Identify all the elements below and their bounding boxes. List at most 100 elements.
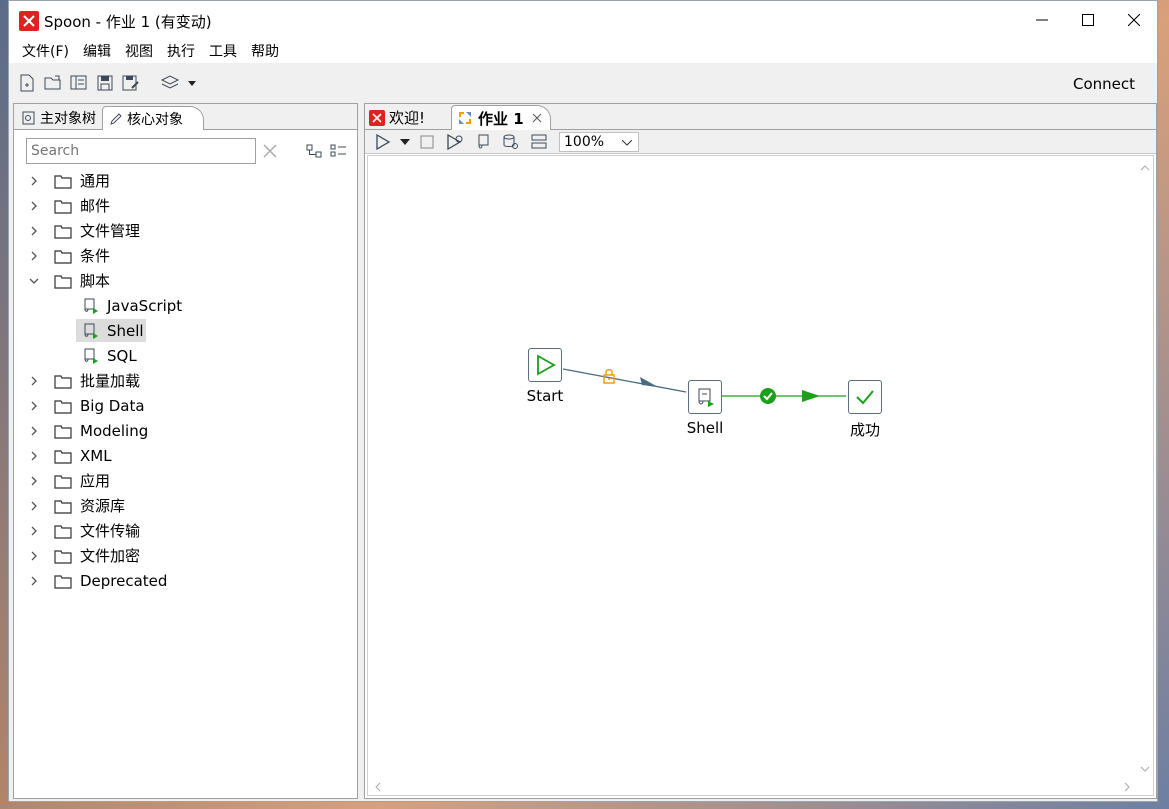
sql-button[interactable] — [497, 131, 525, 153]
tree-folder-general[interactable]: 通用 — [14, 168, 357, 193]
chevron-right-icon[interactable] — [28, 500, 40, 512]
tab-welcome[interactable]: 欢迎! — [369, 105, 425, 130]
chevron-down-icon[interactable] — [28, 275, 40, 287]
tree-item-shell[interactable]: Shell — [14, 318, 357, 343]
menu-tools[interactable]: 工具 — [202, 41, 244, 61]
chevron-right-icon[interactable] — [28, 400, 40, 412]
node-success[interactable] — [848, 380, 882, 414]
chevron-up-icon[interactable] — [1137, 160, 1153, 176]
tree-item-label: Modeling — [80, 421, 149, 440]
tree-folder-xml[interactable]: XML — [14, 443, 357, 468]
folder-icon — [54, 274, 72, 289]
collapse-all-icon[interactable] — [330, 143, 348, 159]
save-as-button[interactable] — [119, 71, 143, 95]
chevron-right-icon[interactable] — [28, 525, 40, 537]
chevron-right-icon[interactable] — [28, 200, 40, 212]
tree-item-javascript[interactable]: JavaScript — [14, 293, 357, 318]
chevron-right-icon[interactable] — [28, 375, 40, 387]
chevron-down-icon[interactable] — [1137, 761, 1153, 777]
tab-main-tree[interactable]: 主对象树 — [16, 106, 102, 130]
tree-folder-utility[interactable]: 应用 — [14, 468, 357, 493]
new-file-button[interactable] — [15, 71, 39, 95]
chevron-right-icon[interactable] — [28, 450, 40, 462]
zoom-select[interactable]: 100% — [559, 131, 639, 152]
chevron-right-icon[interactable] — [28, 550, 40, 562]
folder-icon — [54, 524, 72, 539]
spoon-window: Spoon - 作业 1 (有变动) 文件(F) 编辑 视图 执行 工具 帮助 — [8, 0, 1158, 802]
menu-view[interactable]: 视图 — [118, 41, 160, 61]
align-button[interactable] — [525, 131, 553, 153]
chevron-right-icon[interactable] — [28, 225, 40, 237]
node-shell[interactable] — [688, 380, 722, 414]
tree-item-label: 文件管理 — [80, 222, 141, 240]
close-tab-icon[interactable] — [532, 113, 542, 123]
tree-folder-deprecated[interactable]: Deprecated — [14, 568, 357, 593]
save-button[interactable] — [93, 71, 117, 95]
menu-edit[interactable]: 编辑 — [76, 41, 118, 61]
tree-folder-scripting[interactable]: 脚本 — [14, 268, 357, 293]
stop-button[interactable] — [413, 131, 441, 153]
menu-help[interactable]: 帮助 — [244, 41, 286, 61]
chevron-right-icon[interactable] — [28, 575, 40, 587]
main-toolbar: Connect — [9, 63, 1157, 103]
start-play-icon — [537, 354, 556, 376]
chevron-right-icon[interactable] — [28, 175, 40, 187]
perspective-button[interactable] — [159, 71, 199, 95]
tree-item-label: 资源库 — [80, 497, 126, 515]
tree-folder-modeling[interactable]: Modeling — [14, 418, 357, 443]
chevron-right-icon[interactable] — [28, 475, 40, 487]
tree-folder-repository[interactable]: 资源库 — [14, 493, 357, 518]
tree-folder-conditions[interactable]: 条件 — [14, 243, 357, 268]
clear-search-icon[interactable] — [262, 143, 278, 159]
tab-job-1[interactable]: 作业 1 — [451, 105, 551, 130]
search-input[interactable] — [26, 138, 256, 164]
tree-item-label: 应用 — [80, 472, 111, 490]
tree-folder-file-management[interactable]: 文件管理 — [14, 218, 357, 243]
close-button[interactable] — [1111, 1, 1157, 39]
tree-folder-bulk-loading[interactable]: 批量加载 — [14, 368, 357, 393]
explore-repository-button[interactable] — [67, 71, 91, 95]
node-start[interactable] — [528, 348, 562, 382]
maximize-button[interactable] — [1065, 1, 1111, 39]
save-icon — [97, 75, 113, 91]
checkmark-icon — [856, 390, 874, 405]
zoom-value: 100% — [564, 133, 605, 150]
save-as-icon — [122, 75, 139, 91]
node-start-label: Start — [526, 387, 564, 405]
run-options-dropdown[interactable] — [397, 131, 413, 153]
expand-all-icon[interactable] — [306, 143, 324, 159]
new-file-icon — [20, 74, 34, 92]
job-canvas[interactable]: Start Shell 成功 — [367, 155, 1154, 796]
tab-core-objects[interactable]: 核心对象 — [102, 106, 204, 130]
repository-icon — [70, 75, 87, 90]
open-file-button[interactable] — [41, 71, 65, 95]
tree-item-label: 文件传输 — [80, 522, 141, 540]
pencil-icon — [110, 112, 122, 125]
menu-run[interactable]: 执行 — [160, 41, 202, 61]
debug-button[interactable] — [469, 131, 497, 153]
horizontal-scrollbar[interactable] — [368, 779, 1137, 795]
tree-folder-big-data[interactable]: Big Data — [14, 393, 357, 418]
script-icon — [84, 323, 98, 339]
preview-button[interactable] — [441, 131, 469, 153]
connect-button[interactable]: Connect — [1073, 75, 1135, 93]
folder-icon — [54, 174, 72, 189]
lock-icon[interactable] — [602, 368, 616, 384]
vertical-scrollbar[interactable] — [1137, 156, 1153, 779]
tree-item-label: SQL — [107, 346, 137, 365]
chevron-left-icon[interactable] — [370, 779, 386, 795]
tree-item-sql[interactable]: SQL — [14, 343, 357, 368]
check-circle-icon[interactable] — [760, 388, 776, 404]
tree-folder-file-transfer[interactable]: 文件传输 — [14, 518, 357, 543]
chevron-right-icon[interactable] — [28, 250, 40, 262]
spoon-app-icon — [19, 11, 39, 31]
run-button[interactable] — [369, 131, 397, 153]
tree-folder-mail[interactable]: 邮件 — [14, 193, 357, 218]
menu-file[interactable]: 文件(F) — [15, 41, 76, 61]
database-search-icon — [503, 134, 518, 149]
chevron-right-icon[interactable] — [1119, 779, 1135, 795]
minimize-button[interactable] — [1019, 1, 1065, 39]
chevron-right-icon[interactable] — [28, 425, 40, 437]
maximize-icon — [1082, 14, 1094, 26]
tree-folder-file-encryption[interactable]: 文件加密 — [14, 543, 357, 568]
